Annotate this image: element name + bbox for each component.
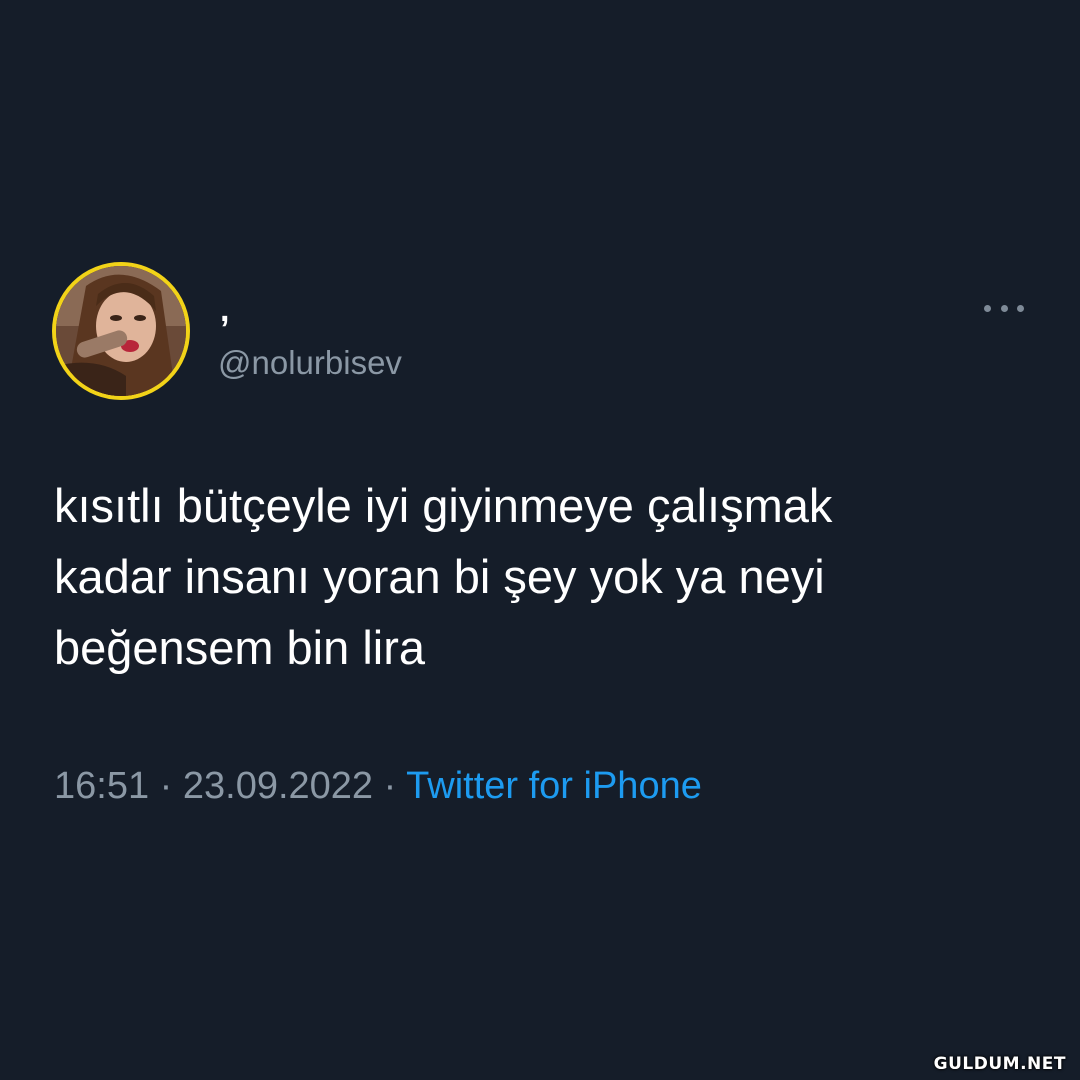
meta-separator: · (159, 765, 173, 807)
watermark: GULDUM.NET (933, 1054, 1066, 1074)
tweet-time[interactable]: 16:51 (54, 765, 149, 807)
tweet-date[interactable]: 23.09.2022 (183, 765, 373, 807)
display-name[interactable]: , (220, 292, 229, 328)
tweet-text: kısıtlı bütçeyle iyi giyinmeye çalışmak … (54, 479, 833, 674)
more-options-icon[interactable] (984, 296, 1024, 320)
avatar[interactable] (52, 262, 190, 400)
meta-separator: · (383, 765, 397, 807)
more-dot (984, 304, 991, 312)
tweet-meta: 16:51 · 23.09.2022 · Twitter for iPhone (54, 760, 702, 812)
avatar-photo (56, 266, 186, 396)
user-handle[interactable]: @nolurbisev (218, 343, 402, 383)
more-dot (1017, 304, 1024, 312)
tweet-source-link[interactable]: Twitter for iPhone (406, 765, 702, 807)
more-dot (1000, 304, 1008, 312)
tweet-card: , @nolurbisev kısıtlı bütçeyle iyi giyin… (0, 0, 1080, 1080)
